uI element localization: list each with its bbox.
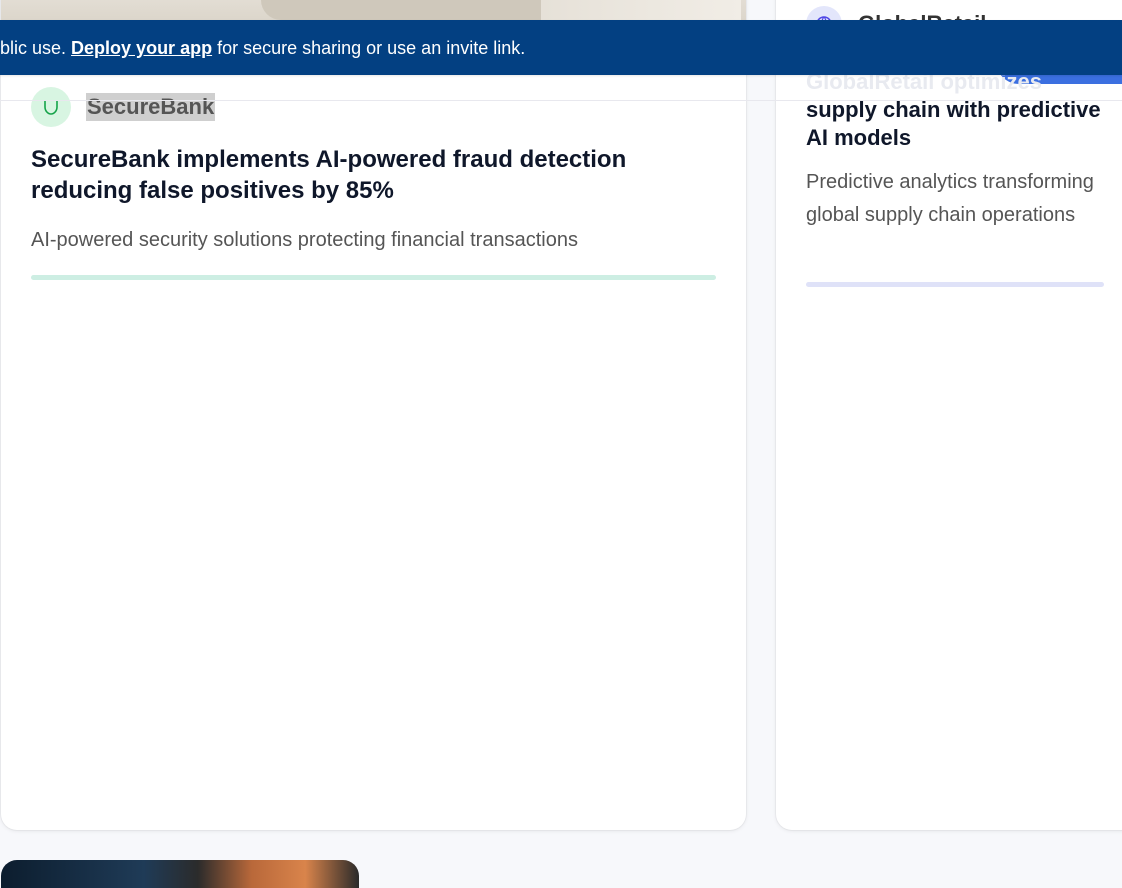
card-title-text: supply chain with predictive AI models bbox=[806, 97, 1101, 150]
cover-image-detail bbox=[261, 0, 561, 20]
card-accent-bar bbox=[806, 282, 1104, 287]
cover-image-detail bbox=[541, 0, 741, 20]
case-study-card-securebank[interactable]: SecureBank SecureBank implements AI-powe… bbox=[1, 0, 746, 830]
card-accent-bar bbox=[31, 275, 716, 280]
card-title[interactable]: GlobalRetail optimizes supply chain with… bbox=[806, 68, 1122, 152]
banner-suffix: for secure sharing or use an invite link… bbox=[212, 38, 526, 58]
case-study-card-globalretail[interactable]: GlobalRetail GlobalRetail optimizes supp… bbox=[776, 0, 1122, 830]
banner-prefix: blic use. bbox=[0, 38, 72, 58]
shield-icon bbox=[31, 87, 71, 127]
company-name: SecureBank bbox=[86, 93, 216, 121]
card-description: AI-powered security solutions protecting… bbox=[31, 229, 578, 251]
deploy-app-link[interactable]: Deploy your app bbox=[71, 38, 212, 58]
header-divider bbox=[0, 100, 1122, 101]
card-cover-image bbox=[1, 0, 746, 20]
deploy-banner: blic use. Deploy your app for secure sha… bbox=[0, 20, 1122, 75]
company-row: SecureBank bbox=[31, 87, 216, 127]
card-title[interactable]: SecureBank implements AI-powered fraud d… bbox=[31, 144, 711, 206]
card-description: Predictive analytics transforming global… bbox=[806, 171, 1094, 226]
banner-text: blic use. Deploy your app for secure sha… bbox=[0, 37, 525, 59]
page: SecureBank SecureBank implements AI-powe… bbox=[0, 0, 1122, 888]
next-card-cover-image[interactable] bbox=[1, 860, 359, 888]
